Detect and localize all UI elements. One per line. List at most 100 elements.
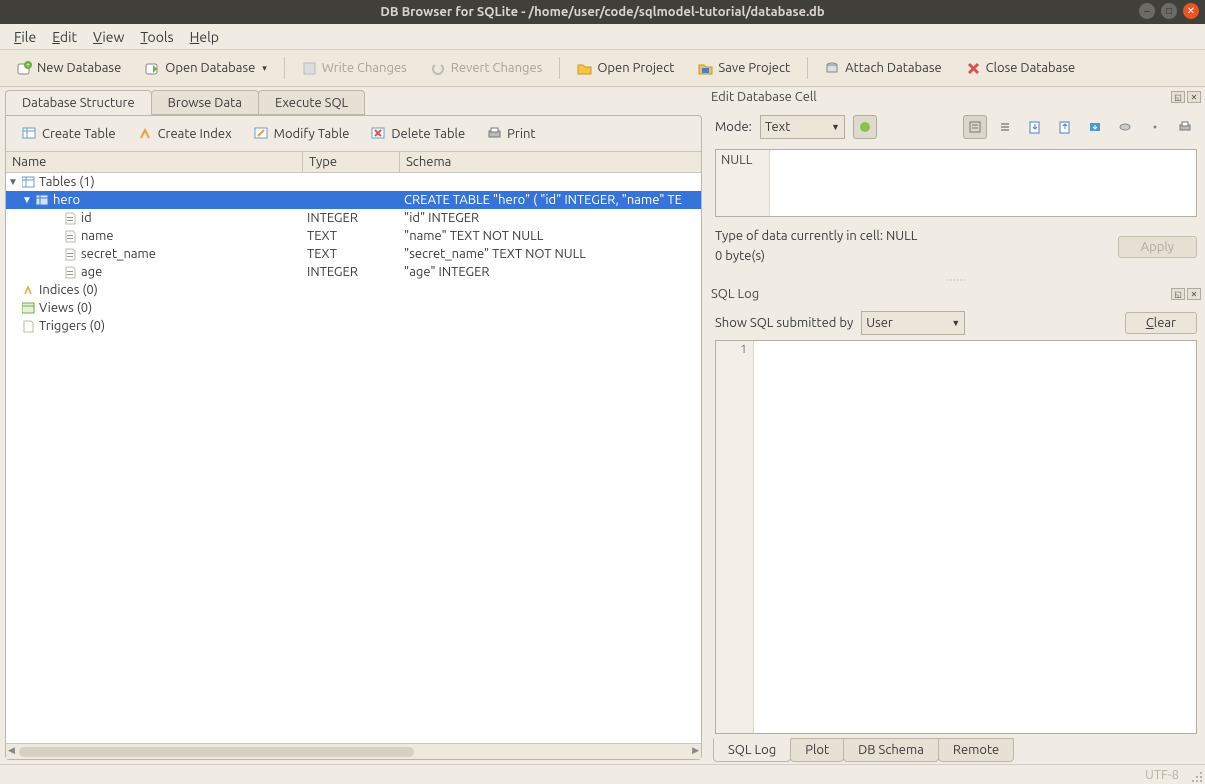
svg-text:+: + <box>26 61 30 69</box>
bottom-tab-plot[interactable]: Plot <box>790 738 844 762</box>
minimize-icon[interactable]: ‒ <box>1139 3 1155 19</box>
tree-row-col-secret-name[interactable]: secret_name TEXT "secret_name" TEXT NOT … <box>6 245 701 263</box>
bottom-tab-sql-log[interactable]: SQL Log <box>713 738 791 762</box>
views-icon <box>20 301 36 315</box>
tab-execute-sql[interactable]: Execute SQL <box>258 90 365 115</box>
save-project-icon <box>698 61 713 76</box>
tree-row-indices[interactable]: Indices (0) <box>6 281 701 299</box>
tree-row-col-age[interactable]: age INTEGER "age" INTEGER <box>6 263 701 281</box>
open-db-icon <box>145 61 160 76</box>
delete-table-label: Delete Table <box>391 127 465 141</box>
tree-row-tables[interactable]: ▼Tables (1) <box>6 173 701 191</box>
open-project-button[interactable]: Open Project <box>566 56 685 81</box>
panel-splitter[interactable]: ⋯⋯ <box>707 274 1205 284</box>
tree-row-hero[interactable]: ▼hero CREATE TABLE "hero" ( "id" INTEGER… <box>6 191 701 209</box>
panel-close-icon[interactable]: ✕ <box>1187 288 1201 300</box>
open-project-icon <box>577 61 592 76</box>
col-header-type[interactable]: Type <box>303 152 400 172</box>
bottom-tab-remote[interactable]: Remote <box>938 738 1014 762</box>
main-tabs: Database Structure Browse Data Execute S… <box>5 89 702 115</box>
new-db-label: New Database <box>37 61 121 75</box>
tree-row-triggers[interactable]: Triggers (0) <box>6 317 701 335</box>
cell-editor[interactable]: NULL <box>715 149 1197 217</box>
table-icon <box>34 193 50 207</box>
horizontal-scrollbar[interactable]: ▶ <box>6 743 701 759</box>
menu-edit[interactable]: Edit <box>46 27 83 47</box>
save-to-file-icon[interactable] <box>1083 115 1107 139</box>
close-db-icon <box>966 61 981 76</box>
sql-log-titlebar: SQL Log ◱ ✕ <box>707 284 1205 304</box>
close-icon[interactable]: ✕ <box>1183 3 1199 19</box>
create-index-button[interactable]: Create Index <box>130 122 240 145</box>
tab-browse-data[interactable]: Browse Data <box>151 90 259 115</box>
col-header-name[interactable]: Name <box>6 152 303 172</box>
new-database-button[interactable]: + New Database <box>6 56 132 81</box>
create-table-button[interactable]: Create Table <box>14 122 124 145</box>
triggers-icon <box>20 319 36 333</box>
print-icon <box>487 126 502 141</box>
column-icon <box>62 265 78 279</box>
print-button[interactable]: Print <box>479 122 543 145</box>
maximize-icon[interactable]: □ <box>1161 3 1177 19</box>
text-view-icon[interactable] <box>963 115 987 139</box>
clear-cell-icon[interactable] <box>1143 115 1167 139</box>
open-database-button[interactable]: Open Database ▾ <box>134 56 278 81</box>
menu-view[interactable]: View <box>87 27 130 47</box>
print-cell-icon[interactable] <box>1173 115 1197 139</box>
revert-changes-label: Revert Changes <box>451 61 543 75</box>
column-icon <box>62 247 78 261</box>
line-gutter: 1 <box>716 341 754 733</box>
show-sql-label: Show SQL submitted by <box>715 316 853 330</box>
import-icon[interactable] <box>1023 115 1047 139</box>
revert-changes-icon <box>431 61 446 76</box>
tree-row-col-name[interactable]: name TEXT "name" TEXT NOT NULL <box>6 227 701 245</box>
write-changes-label: Write Changes <box>322 61 407 75</box>
submitter-select[interactable]: User ▼ <box>861 311 965 335</box>
column-icon <box>62 229 78 243</box>
save-project-button[interactable]: Save Project <box>687 56 801 81</box>
menu-file[interactable]: File <box>8 27 42 47</box>
bottom-tab-db-schema[interactable]: DB Schema <box>843 738 939 762</box>
col-header-schema[interactable]: Schema <box>400 152 701 172</box>
expander-icon[interactable]: ▼ <box>6 176 20 188</box>
attach-database-button[interactable]: Attach Database <box>814 56 953 81</box>
modify-table-label: Modify Table <box>274 127 350 141</box>
mode-label: Mode: <box>715 120 752 134</box>
edit-cell-title: Edit Database Cell <box>711 90 817 104</box>
open-project-label: Open Project <box>597 61 674 75</box>
tree-row-col-id[interactable]: id INTEGER "id" INTEGER <box>6 209 701 227</box>
sql-log-title: SQL Log <box>711 287 759 301</box>
table-group-icon <box>20 175 36 189</box>
export-icon[interactable] <box>1053 115 1077 139</box>
undock-icon[interactable]: ◱ <box>1171 288 1185 300</box>
apply-button[interactable]: Apply <box>1118 236 1197 258</box>
attach-db-label: Attach Database <box>845 61 942 75</box>
resize-grip-icon[interactable] <box>1190 770 1202 782</box>
auto-format-button[interactable] <box>853 115 877 139</box>
sql-log-editor[interactable]: 1 <box>715 340 1197 734</box>
set-null-icon[interactable] <box>1113 115 1137 139</box>
modify-table-button[interactable]: Modify Table <box>246 122 358 145</box>
tree-body[interactable]: ▼Tables (1) ▼hero CREATE TABLE "hero" ( … <box>6 173 701 743</box>
tab-database-structure[interactable]: Database Structure <box>5 90 152 115</box>
rtl-icon[interactable] <box>993 115 1017 139</box>
attach-db-icon <box>825 61 840 76</box>
undock-icon[interactable]: ◱ <box>1171 91 1185 103</box>
expander-icon[interactable]: ▼ <box>20 194 34 206</box>
revert-changes-button: Revert Changes <box>420 56 554 81</box>
status-encoding: UTF-8 <box>1145 768 1179 782</box>
create-table-label: Create Table <box>42 127 116 141</box>
edit-cell-titlebar: Edit Database Cell ◱ ✕ <box>707 87 1205 107</box>
panel-close-icon[interactable]: ✕ <box>1187 91 1201 103</box>
menu-tools[interactable]: Tools <box>134 27 179 47</box>
close-database-button[interactable]: Close Database <box>955 56 1087 81</box>
save-project-label: Save Project <box>718 61 790 75</box>
tree-header: Name Type Schema <box>6 151 701 173</box>
menu-help[interactable]: Help <box>184 27 225 47</box>
tree-row-views[interactable]: Views (0) <box>6 299 701 317</box>
delete-table-button[interactable]: Delete Table <box>363 122 473 145</box>
print-label: Print <box>507 127 535 141</box>
write-changes-button: Write Changes <box>291 56 418 81</box>
clear-button[interactable]: Clear <box>1125 312 1197 334</box>
mode-select[interactable]: Text ▼ <box>760 115 845 139</box>
